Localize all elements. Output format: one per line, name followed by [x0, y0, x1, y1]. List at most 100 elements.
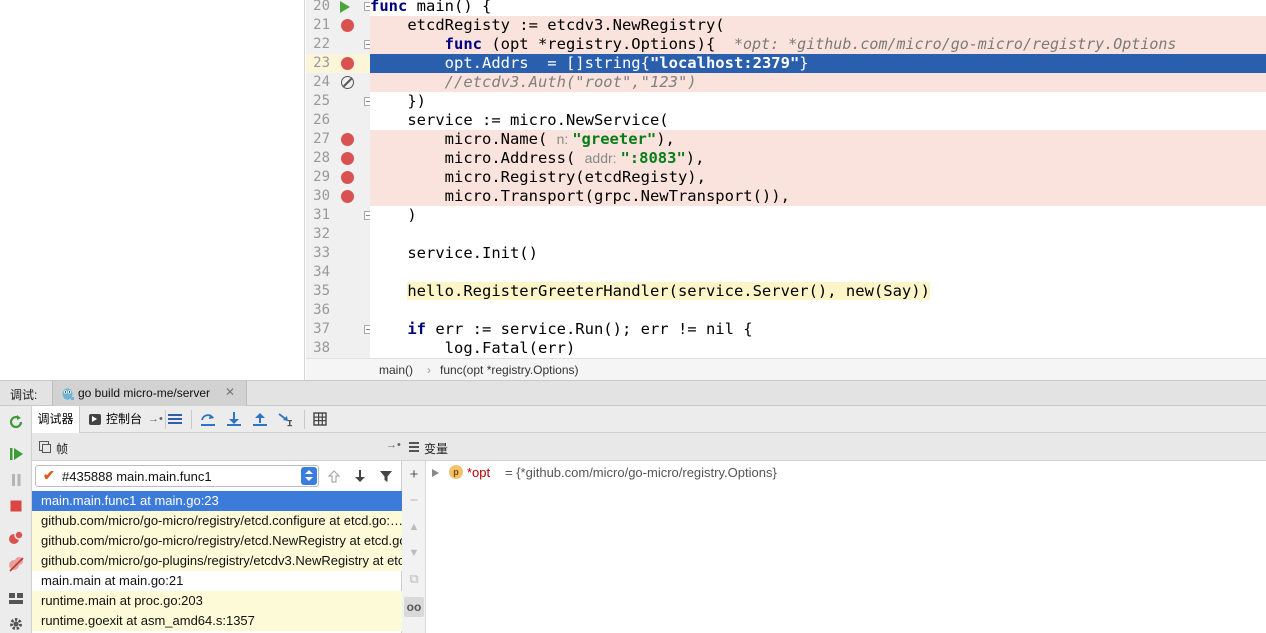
- debug-toolbar: 调试器 控制台 →•: [32, 406, 1266, 433]
- gutter-line[interactable]: 37: [306, 320, 370, 339]
- stop-icon[interactable]: [8, 498, 24, 514]
- layout-icon[interactable]: [8, 590, 24, 606]
- duplicate-icon[interactable]: ⧉: [406, 571, 422, 587]
- pin-icon[interactable]: →•: [148, 406, 163, 433]
- code-line[interactable]: }): [370, 92, 1266, 111]
- thread-selector[interactable]: ✔ #435888 main.main.func1: [35, 465, 319, 487]
- code-line[interactable]: [370, 301, 1266, 320]
- gutter-line[interactable]: 26: [306, 111, 370, 130]
- breakpoint-disabled-icon[interactable]: [341, 76, 354, 89]
- debug-tool-window-header: 调试: go build micro-me/server ✕: [0, 380, 1266, 406]
- gutter-line[interactable]: 31: [306, 206, 370, 225]
- view-breakpoints-icon[interactable]: [8, 530, 24, 546]
- code-line[interactable]: if err := service.Run(); err != nil {: [370, 320, 1266, 339]
- move-down-icon[interactable]: ▼: [406, 545, 422, 561]
- gutter-line[interactable]: 33: [306, 244, 370, 263]
- toolbar-separator: [304, 410, 305, 429]
- frame-list: main.main.func1 at main.go:23 github.com…: [32, 491, 402, 633]
- gutter-line[interactable]: 24: [306, 73, 370, 92]
- code-line-breakpoint[interactable]: micro.Registry(etcdRegisty),: [370, 168, 1266, 187]
- pin-icon[interactable]: →•: [386, 439, 401, 451]
- code-line[interactable]: log.Fatal(err): [370, 339, 1266, 358]
- editor-gutter[interactable]: 20 21 22 23 24 25 26 27 28 29 30 31 32 3…: [306, 0, 370, 358]
- chevron-updown-icon[interactable]: [301, 467, 317, 485]
- gutter-line[interactable]: 34: [306, 263, 370, 282]
- glasses-icon[interactable]: oo: [404, 597, 424, 617]
- breakpoint-icon[interactable]: [341, 19, 354, 32]
- add-watch-icon[interactable]: +: [406, 467, 422, 483]
- gutter-line[interactable]: 20: [306, 0, 370, 16]
- frames-icon: [39, 441, 51, 453]
- code-line[interactable]: ): [370, 206, 1266, 225]
- tab-debugger[interactable]: 调试器: [32, 406, 80, 433]
- step-over-icon[interactable]: [200, 411, 216, 427]
- arrow-up-icon[interactable]: [327, 469, 341, 483]
- mute-breakpoints-icon[interactable]: [8, 556, 24, 572]
- gutter-line[interactable]: 38: [306, 339, 370, 358]
- code-line[interactable]: [370, 225, 1266, 244]
- variables-header: 变量: [402, 433, 1266, 461]
- frame-row[interactable]: github.com/micro/go-micro/registry/etcd.…: [32, 531, 402, 551]
- gutter-line-current[interactable]: 23: [306, 54, 370, 73]
- gutter-line[interactable]: 28: [306, 149, 370, 168]
- step-out-icon[interactable]: [252, 411, 268, 427]
- frame-row[interactable]: github.com/micro/go-micro/registry/etcd.…: [32, 511, 402, 531]
- breakpoint-icon[interactable]: [341, 133, 354, 146]
- code-line-highlighted[interactable]: hello.RegisterGreeterHandler(service.Ser…: [370, 282, 1266, 301]
- gutter-line[interactable]: 27: [306, 130, 370, 149]
- frame-row[interactable]: main.main at main.go:21: [32, 571, 402, 591]
- close-tab-icon[interactable]: ✕: [225, 385, 235, 399]
- filter-icon[interactable]: [379, 469, 393, 483]
- param-hint: addr:: [584, 150, 621, 166]
- code-line-execution-point[interactable]: opt.Addrs = []string{"localhost:2379"}: [370, 54, 1266, 73]
- breadcrumb-item[interactable]: func(opt *registry.Options): [440, 363, 579, 377]
- gutter-line[interactable]: 35: [306, 282, 370, 301]
- pause-icon[interactable]: [8, 472, 24, 488]
- frame-row[interactable]: github.com/micro/go-plugins/registry/etc…: [32, 551, 402, 571]
- toolbar-separator: [165, 410, 166, 429]
- remove-watch-icon[interactable]: −: [406, 493, 422, 509]
- frame-row[interactable]: main.main.func1 at main.go:23: [32, 491, 402, 511]
- rerun-icon[interactable]: [8, 414, 24, 430]
- breadcrumb-item[interactable]: main(): [379, 363, 413, 377]
- code-editor[interactable]: func main() { etcdRegisty := etcdv3.NewR…: [370, 0, 1266, 358]
- resume-icon[interactable]: [8, 446, 24, 462]
- tab-console[interactable]: 控制台 →•: [82, 406, 163, 433]
- breakpoint-icon[interactable]: [341, 57, 354, 70]
- code-line[interactable]: service := micro.NewService(: [370, 111, 1266, 130]
- settings-gear-icon[interactable]: [8, 616, 24, 632]
- breadcrumb-separator: ›: [427, 363, 431, 377]
- run-gutter-icon[interactable]: [340, 1, 350, 13]
- gutter-line[interactable]: 29: [306, 168, 370, 187]
- gutter-line[interactable]: 30: [306, 187, 370, 206]
- code-line-breakpoint[interactable]: micro.Address( addr: ":8083"),: [370, 149, 1266, 168]
- breakpoint-icon[interactable]: [341, 190, 354, 203]
- code-line[interactable]: func (opt *registry.Options){ *opt: *git…: [370, 35, 1266, 54]
- run-config-tab[interactable]: go build micro-me/server ✕: [52, 381, 247, 406]
- step-into-icon[interactable]: [226, 411, 242, 427]
- evaluate-expression-icon[interactable]: [312, 411, 328, 427]
- gutter-line[interactable]: 36: [306, 301, 370, 320]
- code-line[interactable]: service.Init(): [370, 244, 1266, 263]
- code-line-comment[interactable]: //etcdv3.Auth("root","123"): [370, 73, 1266, 92]
- show-execution-point-icon[interactable]: [167, 411, 183, 427]
- frame-row[interactable]: runtime.main at proc.go:203: [32, 591, 402, 611]
- frame-row[interactable]: runtime.goexit at asm_amd64.s:1357: [32, 611, 402, 631]
- code-line-breakpoint[interactable]: micro.Name( n: "greeter"),: [370, 130, 1266, 149]
- gutter-line[interactable]: 21: [306, 16, 370, 35]
- code-line[interactable]: func main() {: [370, 0, 1266, 16]
- gutter-line[interactable]: 25: [306, 92, 370, 111]
- code-line[interactable]: [370, 263, 1266, 282]
- breakpoint-icon[interactable]: [341, 171, 354, 184]
- code-line-breakpoint[interactable]: micro.Transport(grpc.NewTransport()),: [370, 187, 1266, 206]
- gutter-line[interactable]: 22: [306, 35, 370, 54]
- code-line-breakpoint[interactable]: etcdRegisty := etcdv3.NewRegistry(: [370, 16, 1266, 35]
- arrow-down-icon[interactable]: [353, 469, 367, 483]
- move-up-icon[interactable]: ▲: [406, 519, 422, 535]
- debug-left-toolbar: [0, 406, 32, 633]
- gutter-line[interactable]: 32: [306, 225, 370, 244]
- check-icon: ✔: [43, 467, 55, 483]
- expand-triangle-icon[interactable]: [432, 469, 439, 477]
- run-to-cursor-icon[interactable]: [278, 411, 294, 427]
- breakpoint-icon[interactable]: [341, 152, 354, 165]
